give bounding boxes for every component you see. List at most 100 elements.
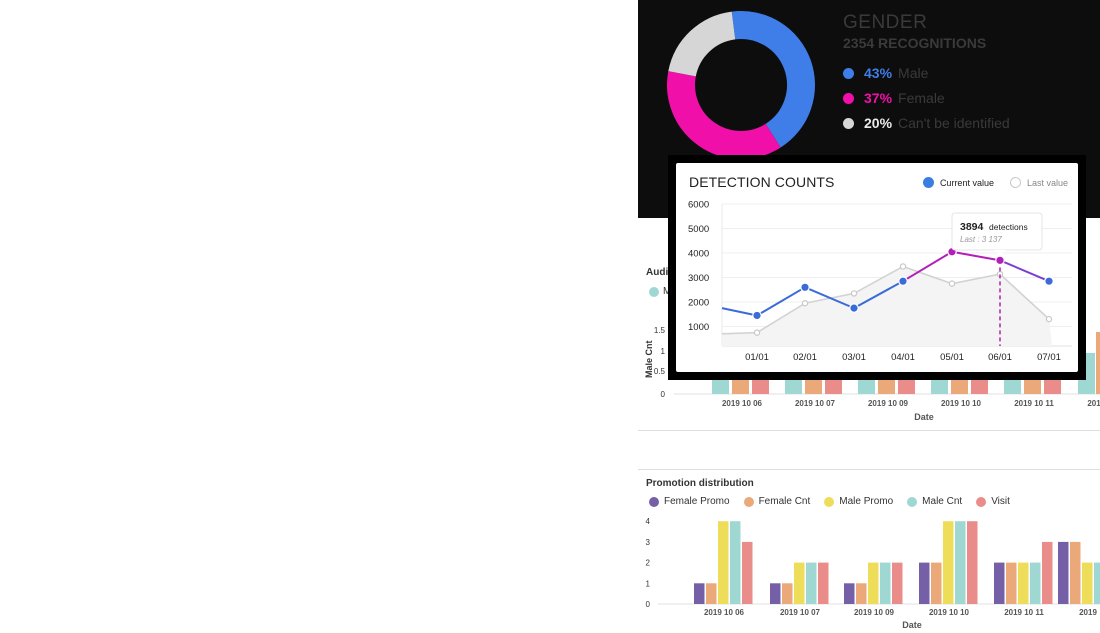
audience-legend-dot xyxy=(649,286,659,297)
promotion-bar xyxy=(770,583,781,604)
x-tick-label: 2019 10 09 xyxy=(868,399,909,408)
promotion-bar xyxy=(943,521,954,604)
gender-legend-item: 43% Male xyxy=(843,65,1010,81)
promotion-bar xyxy=(955,521,966,604)
promotion-bar xyxy=(868,562,879,604)
gender-legend: 43% Male 37% Female 20% Can't be identified xyxy=(843,65,1010,131)
x-axis-label: Date xyxy=(902,620,922,630)
promotion-legend: Female Promo Female Cnt Male Promo Male Cnt… xyxy=(649,496,1024,507)
x-tick-label: 2019 10 10 xyxy=(941,399,982,408)
y-tick-label: 1 xyxy=(661,347,666,356)
last-value-point xyxy=(948,280,956,287)
donut-slice-female xyxy=(667,71,781,155)
gender-legend-dot xyxy=(843,92,854,104)
tooltip-value: 3894 xyxy=(960,221,984,233)
promotion-bar xyxy=(880,562,891,604)
promotion-bar xyxy=(1058,541,1069,604)
x-tick-label: 03/01 xyxy=(842,352,866,363)
promotion-bar xyxy=(1006,562,1017,604)
detection-line-chart: 6000 5000 4000 3000 2000 1000 01/01 02/01 03/01 0… xyxy=(688,200,1072,363)
promotion-legend-item[interactable]: Female Promo xyxy=(649,496,730,507)
section-divider xyxy=(638,469,1100,470)
x-tick-label: 2019 10 07 xyxy=(795,399,836,408)
gender-legend-dot xyxy=(843,117,854,129)
last-value-point xyxy=(1045,315,1053,323)
y-tick-label: 1.5 xyxy=(654,326,666,335)
y-tick-label: 3 xyxy=(646,538,651,547)
promotion-bar xyxy=(742,541,753,604)
last-value-point xyxy=(899,263,907,270)
gender-title: GENDER xyxy=(843,12,928,33)
dashboard-screenshot: Male Cnt 0 0.5 1 1.5 2019 10 06 2019 10 07 2019… xyxy=(0,0,1100,633)
promotion-legend-label: Visit xyxy=(991,496,1010,507)
gender-legend-percent: 37% xyxy=(864,90,893,106)
x-tick-label: 06/01 xyxy=(988,352,1012,363)
detection-card-body: DETECTION COUNTS Current value Last valu… xyxy=(676,163,1078,372)
promotion-bar xyxy=(1042,541,1053,604)
promotion-bar xyxy=(806,562,817,604)
x-tick-label: 2019 10 09 xyxy=(854,608,895,617)
promotion-legend-item[interactable]: Female Cnt xyxy=(743,496,810,507)
promotion-bar xyxy=(856,583,867,604)
promotion-legend-label: Male Cnt xyxy=(922,496,963,507)
promotion-bar xyxy=(967,521,978,604)
promotion-bar xyxy=(931,562,942,604)
gender-legend-item: 20% Can't be identified xyxy=(843,115,1010,131)
gender-legend-percent: 20% xyxy=(864,115,893,131)
gender-legend-label: Male xyxy=(898,65,929,81)
detection-tooltip: 3894 detections Last : 3 137 xyxy=(951,212,1043,256)
y-tick-label: 6000 xyxy=(688,200,709,211)
promotion-title: Promotion distribution xyxy=(646,478,754,489)
x-axis-label: Date xyxy=(914,412,934,422)
section-divider xyxy=(638,430,1100,431)
promotion-bar xyxy=(994,562,1005,604)
x-tick-label: 2019 10 06 xyxy=(704,608,745,617)
promotion-bar xyxy=(706,583,717,604)
x-tick-label: 2019 10 06 xyxy=(722,399,763,408)
current-value-point xyxy=(995,255,1005,266)
current-value-point xyxy=(898,276,908,286)
x-tick-label: 01/01 xyxy=(745,352,769,363)
promotion-legend-item[interactable]: Male Promo xyxy=(824,496,893,507)
audience-bar xyxy=(1096,332,1100,394)
promotion-bar xyxy=(1094,562,1100,604)
x-tick-label: 2019 10 10 xyxy=(929,608,970,617)
gender-legend-label: Can't be identified xyxy=(898,115,1010,131)
y-tick-label: 3000 xyxy=(688,273,709,284)
donut-slice-can-t-be-identified xyxy=(668,11,736,78)
x-tick-label: 2019 10 11 xyxy=(1004,608,1044,617)
promotion-legend-item[interactable]: Visit xyxy=(976,496,1010,507)
promotion-legend-item[interactable]: Male Cnt xyxy=(907,496,962,507)
promotion-legend-dot xyxy=(743,496,754,507)
y-axis-label: Male Cnt xyxy=(644,340,654,378)
gender-donut-chart xyxy=(667,11,815,155)
last-value-point xyxy=(753,329,761,336)
y-tick-label: 1000 xyxy=(688,322,709,333)
promotion-bar xyxy=(1070,541,1081,604)
promotion-bar xyxy=(718,521,729,604)
promotion-bar xyxy=(794,562,805,604)
tooltip-last: Last : 3 137 xyxy=(960,235,1002,244)
y-tick-label: 4 xyxy=(646,517,651,526)
promotion-bar xyxy=(1082,562,1093,604)
promotion-bar xyxy=(919,562,930,604)
gender-legend-item: 37% Female xyxy=(843,90,1010,106)
promotion-bar xyxy=(694,583,705,604)
promotion-bar xyxy=(1018,562,1029,604)
promotion-bar xyxy=(1030,562,1041,604)
y-tick-label: 1 xyxy=(646,579,651,588)
gender-summary: GENDER 2354 RECOGNITIONS 43% Male 37% Femal… xyxy=(843,12,1010,131)
last-value-point xyxy=(850,290,858,297)
gender-legend-label: Female xyxy=(898,90,945,106)
promotion-bar xyxy=(782,583,793,604)
promotion-legend-label: Male Promo xyxy=(839,496,894,507)
detection-card: DETECTION COUNTS Current value Last valu… xyxy=(668,155,1086,380)
promotion-bar-chart: 4 3 2 1 0 2019 10 06 2019 10 07 2019 10 09 2019 … xyxy=(646,517,1100,630)
promotion-legend-dot xyxy=(824,496,835,507)
promotion-bar xyxy=(844,583,855,604)
x-tick-label: 2019 xyxy=(1079,608,1097,617)
audience-chart-title: Audi xyxy=(646,267,669,278)
current-value-point xyxy=(1044,276,1054,286)
x-tick-label: 04/01 xyxy=(891,352,915,363)
current-value-point xyxy=(849,303,859,313)
